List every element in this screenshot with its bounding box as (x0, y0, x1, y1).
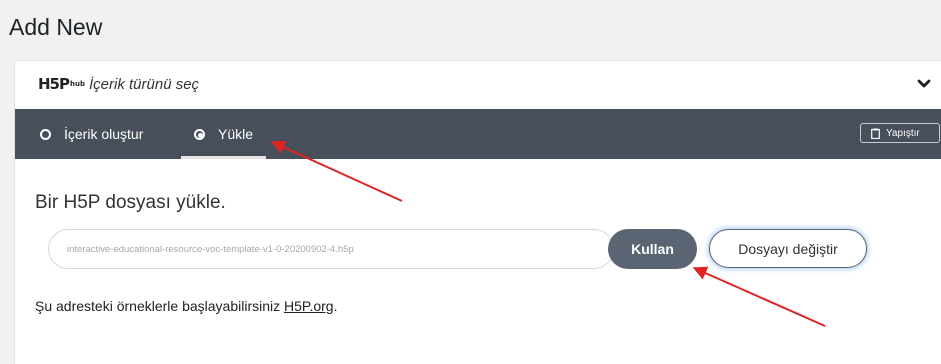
tab-upload-label: Yükle (218, 126, 254, 142)
tab-create-label: İçerik oluştur (64, 126, 144, 142)
hub-header[interactable]: H5Phub İçerik türünü seç (15, 61, 941, 109)
hub-title: İçerik türünü seç (89, 76, 200, 93)
radio-checked-icon (194, 128, 205, 140)
examples-help-text: Şu adresteki örneklerle başlayabilirsini… (35, 298, 337, 314)
h5p-editor-panel: H5Phub İçerik türünü seç İçerik oluştur … (14, 60, 941, 364)
tab-create-content[interactable]: İçerik oluştur (40, 109, 143, 159)
use-button[interactable]: Kullan (608, 229, 697, 269)
hub-logo-main: H5P (38, 75, 70, 93)
help-suffix: . (333, 298, 338, 314)
h5p-org-link[interactable]: H5P.org (284, 298, 334, 314)
hub-tab-bar: İçerik oluştur Yükle Yapıştır (15, 109, 941, 159)
tab-upload[interactable]: Yükle (181, 109, 267, 159)
paste-button[interactable]: Yapıştır (860, 123, 940, 143)
chevron-down-icon[interactable] (917, 79, 931, 89)
change-file-button[interactable]: Dosyayı değiştir (709, 229, 867, 268)
paste-label: Yapıştır (886, 127, 920, 139)
radio-unchecked-icon (40, 128, 51, 140)
help-prefix: Şu adresteki örneklerle başlayabilirsini… (35, 298, 285, 314)
clipboard-icon (871, 127, 880, 139)
h5p-hub-logo: H5Phub (38, 76, 85, 92)
page-title: Add New (9, 14, 103, 40)
upload-heading: Bir H5P dosyası yükle. (35, 192, 226, 213)
file-name-field[interactable] (48, 229, 614, 269)
hub-logo-sub: hub (69, 80, 85, 88)
